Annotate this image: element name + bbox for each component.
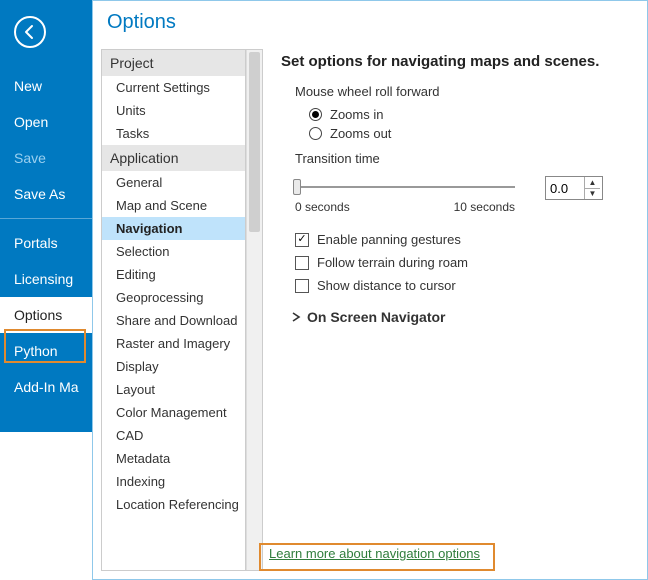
check-label: Follow terrain during roam [317, 255, 468, 270]
radio-zooms-in[interactable]: Zooms in [309, 107, 633, 122]
cat-share-download[interactable]: Share and Download [102, 309, 245, 332]
cat-cad[interactable]: CAD [102, 424, 245, 447]
check-label: Show distance to cursor [317, 278, 456, 293]
cat-display[interactable]: Display [102, 355, 245, 378]
category-scrollbar[interactable] [246, 50, 262, 570]
backstage-item-addin[interactable]: Add-In Ma [0, 369, 92, 405]
cat-selection[interactable]: Selection [102, 240, 245, 263]
cat-geoprocessing[interactable]: Geoprocessing [102, 286, 245, 309]
chevron-right-icon [291, 312, 301, 322]
checkbox-icon [295, 256, 309, 270]
radio-label: Zooms out [330, 126, 391, 141]
cat-raster-imagery[interactable]: Raster and Imagery [102, 332, 245, 355]
slider-max-label: 10 seconds [454, 200, 515, 214]
transition-value-field[interactable] [546, 177, 584, 199]
cat-metadata[interactable]: Metadata [102, 447, 245, 470]
cat-indexing[interactable]: Indexing [102, 470, 245, 493]
dialog-title: Options [93, 1, 647, 46]
expander-label: On Screen Navigator [307, 309, 446, 325]
learn-more-link[interactable]: Learn more about navigation options [263, 542, 486, 565]
backstage-sidebar: New Open Save Save As Portals Licensing … [0, 0, 92, 432]
check-follow-terrain[interactable]: Follow terrain during roam [295, 255, 633, 270]
backstage-item-open[interactable]: Open [0, 104, 92, 140]
transition-label: Transition time [295, 151, 633, 166]
expander-on-screen-navigator[interactable]: On Screen Navigator [291, 309, 633, 325]
divider [0, 218, 92, 219]
checkbox-icon [295, 279, 309, 293]
scrollbar-thumb[interactable] [249, 52, 260, 232]
backstage-item-options[interactable]: Options [0, 297, 92, 333]
radio-zooms-out[interactable]: Zooms out [309, 126, 633, 141]
transition-value-input[interactable]: ▲ ▼ [545, 176, 603, 200]
backstage-item-python[interactable]: Python [0, 333, 92, 369]
backstage-item-save-as[interactable]: Save As [0, 176, 92, 212]
cat-color-management[interactable]: Color Management [102, 401, 245, 424]
backstage-item-portals[interactable]: Portals [0, 225, 92, 261]
cat-location-referencing[interactable]: Location Referencing [102, 493, 245, 516]
cat-current-settings[interactable]: Current Settings [102, 76, 245, 99]
spin-down-icon[interactable]: ▼ [585, 189, 600, 200]
check-show-distance[interactable]: Show distance to cursor [295, 278, 633, 293]
navigation-pane: Set options for navigating maps and scen… [263, 49, 641, 571]
radio-icon [309, 127, 322, 140]
transition-slider[interactable] [295, 176, 515, 198]
cat-map-scene[interactable]: Map and Scene [102, 194, 245, 217]
backstage-item-new[interactable]: New [0, 68, 92, 104]
backstage-item-save: Save [0, 140, 92, 176]
cat-units[interactable]: Units [102, 99, 245, 122]
check-enable-panning[interactable]: Enable panning gestures [295, 232, 633, 247]
arrow-left-icon [22, 24, 38, 40]
backstage-item-licensing[interactable]: Licensing [0, 261, 92, 297]
category-header-project: Project [102, 50, 245, 76]
slider-thumb[interactable] [293, 179, 301, 195]
cat-editing[interactable]: Editing [102, 263, 245, 286]
spin-up-icon[interactable]: ▲ [585, 177, 600, 189]
slider-min-label: 0 seconds [295, 200, 350, 214]
category-header-application: Application [102, 145, 245, 171]
cat-tasks[interactable]: Tasks [102, 122, 245, 145]
cat-general[interactable]: General [102, 171, 245, 194]
wheel-label: Mouse wheel roll forward [295, 84, 633, 99]
cat-layout[interactable]: Layout [102, 378, 245, 401]
radio-icon [309, 108, 322, 121]
check-label: Enable panning gestures [317, 232, 461, 247]
cat-navigation[interactable]: Navigation [102, 217, 245, 240]
radio-label: Zooms in [330, 107, 383, 122]
category-list: Project Current Settings Units Tasks App… [101, 49, 263, 571]
options-dialog: Options Project Current Settings Units T… [92, 0, 648, 580]
pane-heading: Set options for navigating maps and scen… [281, 53, 633, 70]
back-button[interactable] [14, 16, 46, 48]
checkbox-icon [295, 233, 309, 247]
